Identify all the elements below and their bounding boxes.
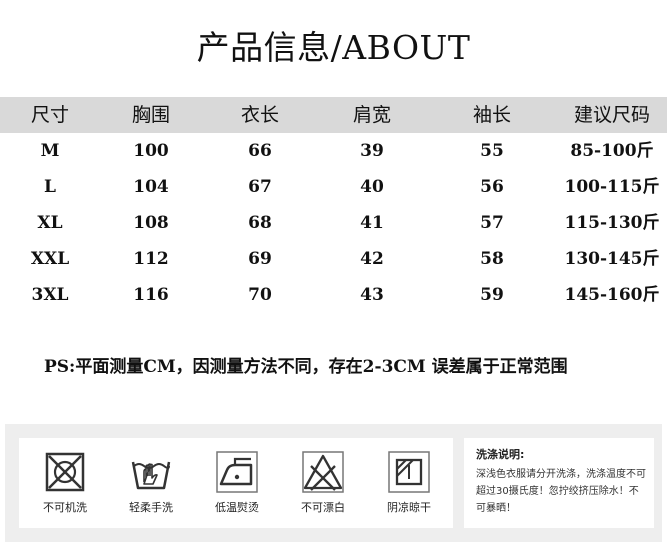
table-cell: 100-115斤 <box>564 177 660 197</box>
care-icons-box: 不可机洗 轻柔手洗 低温熨烫 不可漂白 阴凉晾干 <box>19 438 453 528</box>
care-label: 不可漂白 <box>301 501 345 514</box>
shade-dry-icon <box>388 451 430 493</box>
table-cell: 39 <box>360 141 384 161</box>
table-cell: 59 <box>480 285 504 305</box>
table-cell: 41 <box>360 213 384 233</box>
wash-instructions: 洗涤说明: 深浅色衣服请分开洗涤，洗涤温度不可超过30摄氏度！忽拧绞挤压除水！不… <box>464 438 654 528</box>
table-cell: 40 <box>360 177 384 197</box>
hand-wash-icon <box>131 461 171 490</box>
care-item-low-temp-iron: 低温熨烫 <box>197 448 277 515</box>
no-machine-wash-icon <box>45 452 85 492</box>
table-cell: 56 <box>480 177 504 197</box>
care-label: 阴凉晾干 <box>387 501 431 514</box>
table-row: XXL 112 69 42 58 130-145斤 <box>0 241 667 277</box>
care-label: 轻柔手洗 <box>129 501 173 514</box>
table-row: 3XL 116 70 43 59 145-160斤 <box>0 277 667 313</box>
table-row: L 104 67 40 56 100-115斤 <box>0 169 667 205</box>
size-table-header: 尺寸 胸围 衣长 肩宽 袖长 建议尺码 <box>0 97 667 133</box>
table-cell: 130-145斤 <box>564 249 660 269</box>
header-recommended: 建议尺码 <box>573 104 650 126</box>
table-cell: 58 <box>480 249 504 269</box>
size-table-body: M 100 66 39 55 85-100斤 L 104 67 40 56 10… <box>0 133 667 313</box>
wash-instructions-title: 洗涤说明: <box>476 448 525 461</box>
care-item-hand-wash: 轻柔手洗 <box>111 448 191 515</box>
low-temp-iron-icon <box>216 451 258 493</box>
care-label: 低温熨烫 <box>215 501 259 514</box>
table-cell: 43 <box>360 285 384 305</box>
table-cell: 57 <box>480 213 504 233</box>
table-cell: 145-160斤 <box>564 285 660 305</box>
header-shoulder: 肩宽 <box>352 104 391 126</box>
table-cell: 42 <box>360 249 384 269</box>
table-row: M 100 66 39 55 85-100斤 <box>0 133 667 169</box>
table-row: XL 108 68 41 57 115-130斤 <box>0 205 667 241</box>
wash-instructions-text: 深浅色衣服请分开洗涤，洗涤温度不可超过30摄氏度！忽拧绞挤压除水！不可暴晒！ <box>476 469 646 514</box>
table-cell: 55 <box>480 141 504 161</box>
care-item-no-machine-wash: 不可机洗 <box>25 448 105 515</box>
care-item-shade-dry: 阴凉晾干 <box>369 448 449 515</box>
care-panel: 不可机洗 轻柔手洗 低温熨烫 不可漂白 阴凉晾干 洗涤说明: 深浅色衣服请分开洗… <box>5 424 662 542</box>
table-cell: 85-100斤 <box>570 141 654 161</box>
care-label: 不可机洗 <box>43 501 87 514</box>
header-sleeve: 袖长 <box>472 104 511 126</box>
measurement-note: PS:平面测量CM，因测量方法不同，存在2-3CM 误差属于正常范围 <box>44 357 568 377</box>
page-title: 产品信息/ABOUT <box>196 28 471 67</box>
no-bleach-icon <box>302 451 344 493</box>
table-cell: 115-130斤 <box>564 213 660 233</box>
care-item-no-bleach: 不可漂白 <box>283 448 363 515</box>
